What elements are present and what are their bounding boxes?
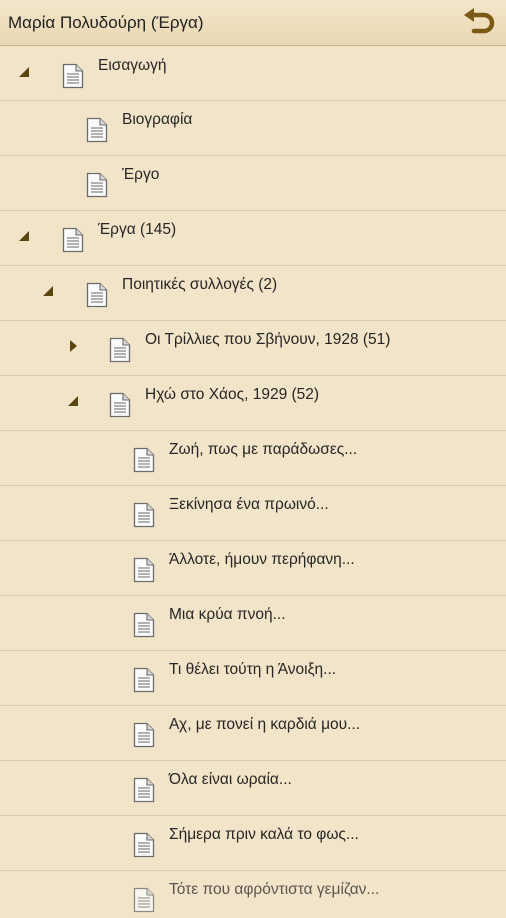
tree-row[interactable]: Αχ, με πονεί η καρδιά μου... (0, 706, 506, 761)
tree-row[interactable]: Όλα είναι ωραία... (0, 761, 506, 816)
tree-row-label: Έργο (122, 166, 160, 183)
tree-row[interactable]: Άλλοτε, ήμουν περήφανη... (0, 541, 506, 596)
tree-row-label: Έργα (145) (98, 221, 177, 238)
tree-row-label: Ποιητικές συλλογές (2) (122, 276, 278, 293)
tree-row[interactable]: Οι Τρίλλιες που Σβήνουν, 1928 (51) (0, 321, 506, 376)
tree-row[interactable]: Βιογραφία (0, 101, 506, 156)
tree-row[interactable]: Έργο (0, 156, 506, 211)
tree-row-label: Τι θέλει τούτη η Άνοιξη... (169, 661, 337, 678)
document-icon (109, 337, 131, 363)
expanded-triangle-icon[interactable] (66, 394, 80, 408)
expanded-triangle-icon[interactable] (41, 284, 55, 298)
tree-row-label: Οι Τρίλλιες που Σβήνουν, 1928 (51) (145, 331, 391, 348)
tree-row-label: Ηχώ στο Χάος, 1929 (52) (145, 386, 320, 403)
tree-row-label: Ξεκίνησα ένα πρωινό... (169, 496, 329, 513)
document-icon (62, 63, 84, 89)
document-icon (133, 667, 155, 693)
document-icon (109, 392, 131, 418)
document-icon (133, 832, 155, 858)
tree-row[interactable]: Ηχώ στο Χάος, 1929 (52) (0, 376, 506, 431)
app-header: Μαρία Πολυδούρη (Έργα) (0, 0, 506, 46)
document-icon (62, 227, 84, 253)
collapsed-triangle-icon[interactable] (66, 339, 80, 353)
tree-row-label: Αχ, με πονεί η καρδιά μου... (169, 716, 361, 733)
tree-row-label: Βιογραφία (122, 111, 193, 128)
tree-view: Εισαγωγή Βιογραφία Έργο Έργα (145) Ποιητικές… (0, 46, 506, 918)
page-title: Μαρία Πολυδούρη (Έργα) (8, 13, 204, 32)
tree-row[interactable]: Σήμερα πριν καλά το φως... (0, 816, 506, 871)
document-icon (133, 502, 155, 528)
undo-arrow-icon (464, 8, 495, 34)
tree-row-label: Άλλοτε, ήμουν περήφανη... (169, 551, 355, 568)
tree-row-label: Τότε που αφρόντιστα γεμίζαν... (169, 881, 380, 898)
document-icon (86, 172, 108, 198)
tree-row[interactable]: Μια κρύα πνοή... (0, 596, 506, 651)
tree-row-label: Σήμερα πριν καλά το φως... (169, 826, 359, 843)
document-icon (133, 557, 155, 583)
back-button[interactable] (460, 5, 498, 41)
document-icon (133, 447, 155, 473)
document-icon (133, 777, 155, 803)
tree-row-label: Ζωή, πως με παράδωσες... (169, 441, 358, 458)
tree-row-label: Όλα είναι ωραία... (169, 771, 292, 788)
tree-row[interactable]: Εισαγωγή (0, 46, 506, 101)
tree-row[interactable]: Ζωή, πως με παράδωσες... (0, 431, 506, 486)
expanded-triangle-icon[interactable] (17, 229, 31, 243)
tree-row[interactable]: Ξεκίνησα ένα πρωινό... (0, 486, 506, 541)
document-icon (133, 612, 155, 638)
document-icon (86, 282, 108, 308)
expanded-triangle-icon[interactable] (17, 65, 31, 79)
tree-row[interactable]: Τότε που αφρόντιστα γεμίζαν... (0, 871, 506, 918)
tree-row[interactable]: Τι θέλει τούτη η Άνοιξη... (0, 651, 506, 706)
tree-row[interactable]: Έργα (145) (0, 211, 506, 266)
tree-row-label: Μια κρύα πνοή... (169, 606, 286, 623)
document-icon (133, 887, 155, 913)
document-icon (86, 117, 108, 143)
tree-row-label: Εισαγωγή (98, 57, 167, 74)
document-icon (133, 722, 155, 748)
tree-row[interactable]: Ποιητικές συλλογές (2) (0, 266, 506, 321)
